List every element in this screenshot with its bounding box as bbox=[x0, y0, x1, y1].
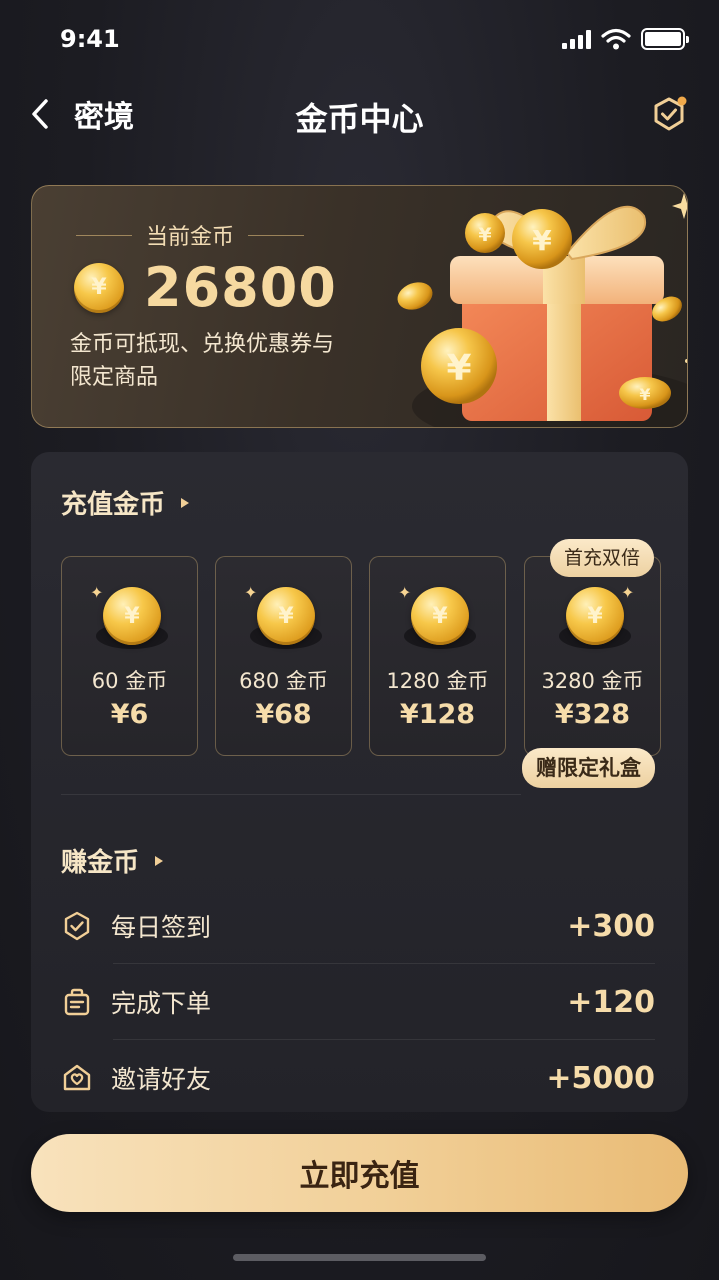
package-coins: 60 金币 bbox=[91, 669, 168, 693]
wifi-icon bbox=[601, 28, 631, 50]
nav-bar: 密境 金币中心 bbox=[0, 80, 719, 150]
svg-text:¥: ¥ bbox=[639, 385, 650, 404]
caret-right-icon bbox=[155, 855, 164, 866]
cellular-signal-icon bbox=[562, 29, 591, 49]
package-coins: 3280 金币 bbox=[541, 669, 644, 693]
sparkle-icon: ✦ bbox=[244, 583, 258, 602]
security-button[interactable] bbox=[649, 94, 689, 134]
package-price: ¥128 bbox=[399, 699, 476, 730]
chevron-left-icon bbox=[32, 99, 48, 129]
package-price: ¥328 bbox=[554, 699, 631, 730]
package-coins: 1280 金币 bbox=[386, 669, 489, 693]
task-label: 邀请好友 bbox=[111, 1065, 212, 1094]
sparkle-icon: ✦ bbox=[621, 583, 635, 602]
recharge-package-1280[interactable]: ¥ ✦ 1280 金币 ¥128 bbox=[369, 556, 506, 756]
recharge-package-3280[interactable]: ¥ ✦ 3280 金币 ¥328 bbox=[524, 556, 661, 756]
gift-box-badge: 赠限定礼盒 bbox=[522, 748, 655, 788]
balance-amount: 26800 bbox=[144, 256, 337, 319]
nav-back-label: 密境 bbox=[74, 100, 134, 135]
task-daily-checkin[interactable]: 每日签到 +300 bbox=[61, 888, 655, 964]
package-price: ¥68 bbox=[255, 699, 312, 730]
svg-text:¥: ¥ bbox=[446, 348, 471, 389]
recharge-title: 充值金币 bbox=[61, 490, 166, 520]
shield-check-icon bbox=[654, 96, 687, 131]
balance-label-row: 当前金币 bbox=[76, 219, 305, 251]
order-bag-icon bbox=[64, 988, 90, 1016]
first-recharge-badge: 首充双倍 bbox=[550, 539, 655, 577]
balance-description: 金币可抵现、兑换优惠券与限定商品 bbox=[70, 332, 335, 390]
svg-text:¥: ¥ bbox=[532, 224, 552, 257]
check-shield-icon bbox=[64, 911, 90, 941]
gift-box-illustration: ¥ ¥ ¥ ¥ bbox=[397, 193, 687, 427]
earn-section-header[interactable]: 赚金币 bbox=[61, 842, 165, 879]
balance-amount-row: ¥ 26800 bbox=[74, 256, 337, 319]
coin-icon: ¥ bbox=[74, 262, 124, 313]
task-label: 每日签到 bbox=[111, 913, 212, 942]
recharge-now-button[interactable]: 立即充值 bbox=[31, 1134, 688, 1212]
sparkle-icon: ✦ bbox=[398, 583, 412, 602]
sparkle-icon: ✦ bbox=[90, 583, 104, 602]
section-divider bbox=[61, 794, 521, 795]
caret-right-icon bbox=[181, 497, 190, 508]
task-reward: +5000 bbox=[546, 1060, 655, 1096]
svg-text:¥: ¥ bbox=[478, 224, 491, 246]
currency-symbol: ¥ bbox=[91, 275, 107, 300]
divider-line bbox=[248, 234, 305, 236]
task-label: 完成下单 bbox=[111, 989, 212, 1018]
recharge-section-header[interactable]: 充值金币 bbox=[61, 484, 191, 521]
coin-icon: ¥ bbox=[103, 587, 161, 645]
recharge-package-680[interactable]: ¥ ✦ 680 金币 ¥68 bbox=[215, 556, 352, 756]
task-reward: +120 bbox=[567, 984, 655, 1020]
status-icons bbox=[562, 28, 689, 50]
coin-icon: ¥ bbox=[257, 587, 315, 645]
recharge-package-60[interactable]: ¥ ✦ 60 金币 ¥6 bbox=[61, 556, 198, 756]
main-panel: 充值金币 ¥ ✦ 60 金币 ¥6 ¥ ✦ 680 金币 ¥68 ¥ ✦ 128… bbox=[31, 452, 688, 1112]
balance-label: 当前金币 bbox=[146, 225, 235, 250]
balance-card: 当前金币 ¥ 26800 金币可抵现、兑换优惠券与限定商品 ¥ ¥ ¥ ¥ bbox=[31, 185, 688, 428]
battery-icon bbox=[641, 28, 689, 50]
task-invite-friends[interactable]: 邀请好友 +5000 bbox=[61, 1040, 655, 1116]
task-reward: +300 bbox=[567, 908, 655, 944]
status-bar: 9:41 bbox=[0, 0, 719, 80]
home-indicator bbox=[233, 1254, 486, 1261]
task-place-order[interactable]: 完成下单 +120 bbox=[61, 964, 655, 1040]
package-coins: 680 金币 bbox=[239, 669, 328, 693]
coin-icon: ¥ bbox=[566, 587, 624, 645]
invite-heart-icon bbox=[63, 1064, 91, 1091]
divider-line bbox=[76, 234, 132, 236]
earn-title: 赚金币 bbox=[61, 848, 140, 878]
coin-icon: ¥ bbox=[411, 587, 469, 645]
package-price: ¥6 bbox=[110, 699, 149, 730]
back-button[interactable]: 密境 bbox=[30, 94, 160, 135]
status-time: 9:41 bbox=[60, 25, 120, 53]
